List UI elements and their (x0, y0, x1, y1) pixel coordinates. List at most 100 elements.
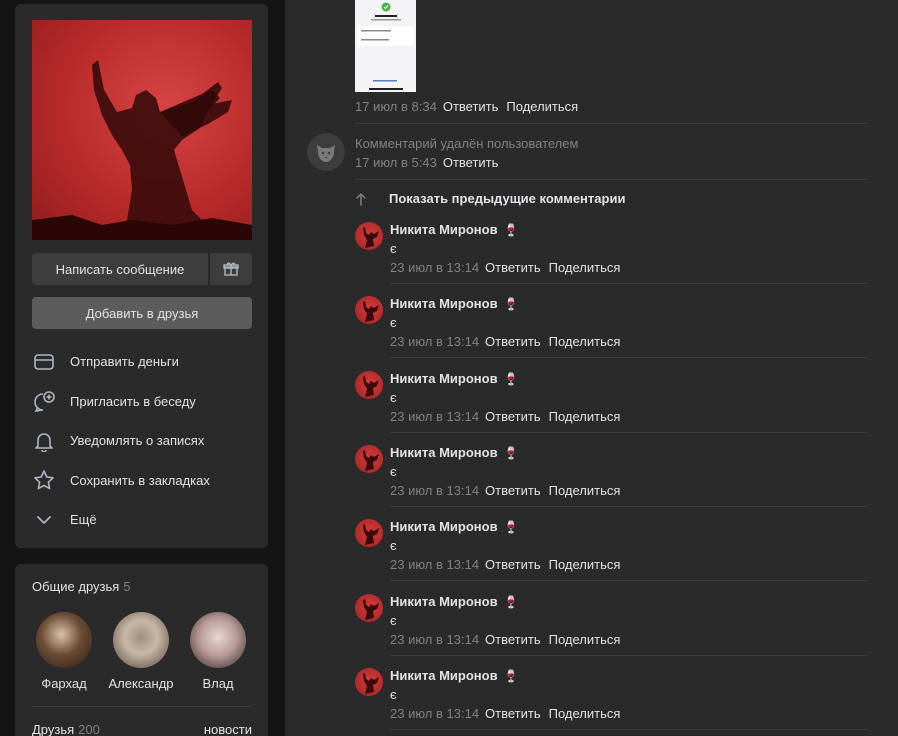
write-message-button[interactable]: Написать сообщение (32, 253, 208, 285)
share-button[interactable]: Поделиться (549, 483, 621, 498)
comment-meta: 23 июл в 13:14 Ответить Поделиться (390, 706, 620, 721)
reply-button[interactable]: Ответить (485, 409, 541, 424)
reply-button[interactable]: Ответить (485, 706, 541, 721)
menu-item-invite-chat[interactable]: Пригласить в беседу (32, 382, 262, 422)
screenshot-preview-image (355, 0, 416, 92)
mutual-friends-title[interactable]: Общие друзья 5 (32, 579, 131, 594)
wine-glass-icon: 🍷 (503, 445, 519, 460)
comment-timestamp[interactable]: 17 июл в 8:34 (355, 99, 437, 114)
comment-timestamp[interactable]: 23 июл в 13:14 (390, 706, 479, 721)
comment-meta: 23 июл в 13:14 Ответить Поделиться (390, 409, 620, 424)
comment-timestamp[interactable]: 17 июл в 5:43 (355, 155, 437, 170)
angel-statue-image (32, 60, 252, 240)
reply-author[interactable]: Никита Миронов 🍷 (390, 594, 519, 609)
avatar[interactable] (355, 370, 383, 399)
menu-item-bookmark[interactable]: Сохранить в закладках (32, 461, 262, 501)
comments-feed: 17 июл в 8:34 Ответить Поделиться Коммента… (285, 0, 898, 736)
reply-text: є (390, 315, 397, 331)
reply-author[interactable]: Никита Миронов 🍷 (390, 519, 519, 534)
gift-icon (223, 262, 239, 276)
share-button[interactable]: Поделиться (549, 409, 621, 424)
share-button[interactable]: Поделиться (549, 557, 621, 572)
divider (390, 431, 868, 433)
comment-meta: 23 июл в 13:14 Ответить Поделиться (390, 334, 620, 349)
friend-item[interactable]: Влад (183, 612, 253, 691)
reply-button[interactable]: Ответить (443, 99, 499, 114)
comment-meta: 23 июл в 13:14 Ответить Поделиться (390, 260, 620, 275)
avatar (36, 612, 92, 668)
avatar[interactable] (355, 222, 383, 250)
friend-item[interactable]: Александр (106, 612, 176, 691)
reply-button[interactable]: Ответить (485, 483, 541, 498)
menu-item-label: Ещё (70, 512, 97, 528)
angel-avatar-image (363, 449, 379, 471)
divider (390, 505, 868, 507)
reply-button[interactable]: Ответить (485, 334, 541, 349)
angel-avatar-image (363, 524, 379, 546)
reply-text: є (390, 538, 397, 554)
mutual-friends-count: 5 (123, 579, 131, 594)
comment-timestamp[interactable]: 23 июл в 13:14 (390, 409, 479, 424)
share-button[interactable]: Поделиться (549, 632, 621, 647)
comment-timestamp[interactable]: 23 июл в 13:14 (390, 632, 479, 647)
reply-button[interactable]: Ответить (443, 155, 499, 170)
show-previous-label: Показать предыдущие комментарии (389, 191, 626, 206)
card-icon (32, 350, 60, 374)
star-icon (32, 468, 60, 492)
friends-news-link[interactable]: новости (204, 722, 252, 736)
share-button[interactable]: Поделиться (549, 334, 621, 349)
chevron-down-icon (32, 508, 60, 532)
share-button[interactable]: Поделиться (549, 260, 621, 275)
reply-text: є (390, 612, 397, 628)
avatar[interactable] (355, 593, 383, 622)
show-previous-comments-button[interactable]: Показать предыдущие комментарии (355, 191, 625, 206)
comment-meta: 23 июл в 13:14 Ответить Поделиться (390, 632, 620, 647)
avatar (190, 612, 246, 668)
comment-meta: 17 июл в 5:43 Ответить (355, 155, 498, 170)
friend-name: Александр (108, 676, 174, 691)
comment-timestamp[interactable]: 23 июл в 13:14 (390, 260, 479, 275)
reply-author[interactable]: Никита Миронов 🍷 (390, 445, 519, 460)
share-button[interactable]: Поделиться (506, 99, 578, 114)
reply-button[interactable]: Ответить (485, 557, 541, 572)
reply-button[interactable]: Ответить (485, 632, 541, 647)
reply-author[interactable]: Никита Миронов 🍷 (390, 296, 519, 311)
menu-item-more[interactable]: Ещё (32, 500, 262, 540)
comment-timestamp[interactable]: 23 июл в 13:14 (390, 334, 479, 349)
reply-author[interactable]: Никита Миронов 🍷 (390, 668, 519, 683)
avatar[interactable] (355, 519, 383, 548)
wine-glass-icon: 🍷 (503, 223, 519, 237)
reply-button[interactable]: Ответить (485, 260, 541, 275)
reply-comment: Никита Миронов 🍷 є 23 июл в 13:14 Ответить По… (355, 593, 868, 667)
angel-avatar-image (363, 301, 379, 323)
mutual-friends-card: Общие друзья 5 Фархад Александр Влад Друз… (15, 564, 268, 736)
gift-button[interactable] (210, 253, 252, 285)
reply-text: є (390, 686, 397, 702)
avatar[interactable] (355, 667, 383, 696)
reply-comment: Никита Миронов 🍷 є 23 июл в 13:14 Ответить По… (355, 518, 868, 592)
add-friend-button[interactable]: Добавить в друзья (32, 297, 252, 329)
menu-item-label: Сохранить в закладках (70, 472, 210, 488)
avatar[interactable] (355, 444, 383, 473)
angel-avatar-image (363, 227, 379, 248)
profile-avatar[interactable] (32, 20, 252, 240)
avatar (113, 612, 169, 668)
menu-item-notify[interactable]: Уведомлять о записях (32, 421, 262, 461)
divider (390, 283, 868, 284)
chat-plus-icon (32, 389, 60, 413)
attached-screenshot[interactable] (355, 0, 416, 92)
friend-name: Фархад (41, 676, 87, 691)
reply-author[interactable]: Никита Миронов 🍷 (390, 371, 519, 386)
menu-item-label: Отправить деньги (70, 354, 179, 370)
comment-meta: 23 июл в 13:14 Ответить Поделиться (390, 557, 620, 572)
menu-item-label: Пригласить в беседу (70, 393, 196, 409)
friends-title[interactable]: Друзья 200 (32, 722, 100, 736)
comment-timestamp[interactable]: 23 июл в 13:14 (390, 557, 479, 572)
comment-timestamp[interactable]: 23 июл в 13:14 (390, 483, 479, 498)
avatar[interactable] (355, 296, 383, 325)
share-button[interactable]: Поделиться (549, 706, 621, 721)
reply-author[interactable]: Никита Миронов 🍷 (390, 222, 519, 237)
divider (390, 357, 868, 359)
friend-item[interactable]: Фархад (29, 612, 99, 691)
menu-item-send-money[interactable]: Отправить деньги (32, 342, 262, 382)
